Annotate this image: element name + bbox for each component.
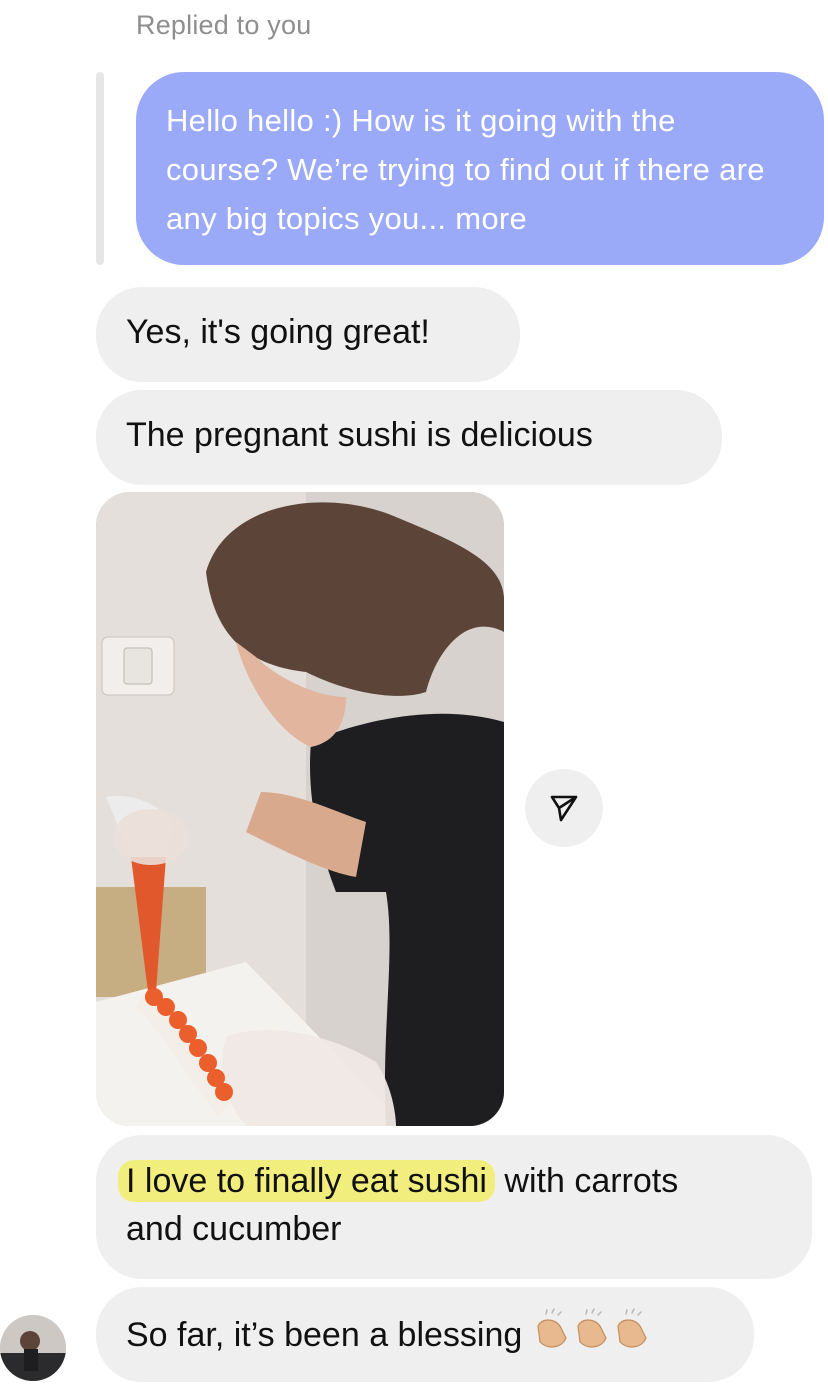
share-button[interactable] <box>525 769 603 847</box>
video-frame-illustration <box>96 492 504 1126</box>
message-bubble-4[interactable]: So far, it’s been a blessing <box>96 1287 754 1382</box>
message-text-line-2: and cucumber <box>126 1210 342 1248</box>
share-icon <box>550 795 578 822</box>
shared-video-thumbnail[interactable] <box>96 492 504 1126</box>
message-text: with carrots <box>494 1162 679 1200</box>
clapping-hands-icon <box>532 1308 656 1365</box>
highlighted-text: I love to finally eat sushi <box>118 1160 495 1202</box>
reply-quote-bar <box>96 72 104 265</box>
message-bubble-1[interactable]: Yes, it's going great! <box>96 287 520 382</box>
message-bubble-3[interactable]: I love to finally eat sushi with carrots… <box>96 1135 812 1279</box>
message-bubble-2[interactable]: The pregnant sushi is delicious <box>96 390 722 485</box>
replied-to-you-label: Replied to you <box>136 10 312 40</box>
message-text: Yes, it's going great! <box>126 313 430 351</box>
message-text: So far, it’s been a blessing <box>126 1316 523 1354</box>
sender-avatar[interactable] <box>0 1315 66 1381</box>
quoted-message-bubble[interactable]: Hello hello :) How is it going with the … <box>136 72 824 265</box>
message-text: The pregnant sushi is delicious <box>126 416 593 454</box>
avatar-image <box>0 1315 66 1381</box>
